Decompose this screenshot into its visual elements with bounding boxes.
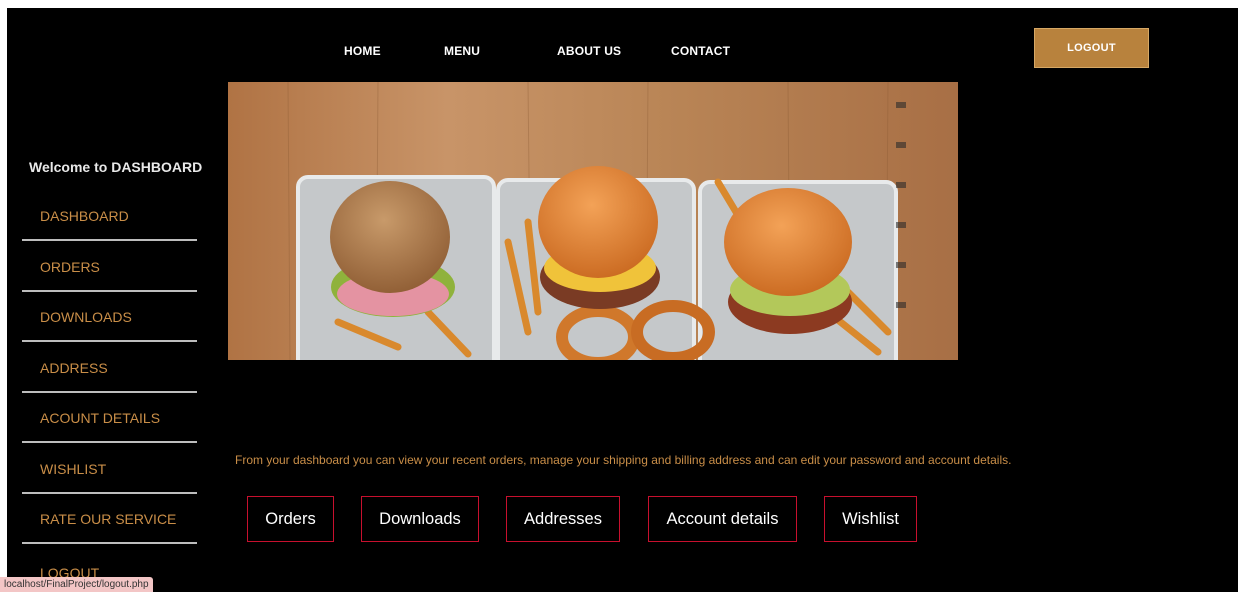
nav-menu-link[interactable]: MENU bbox=[444, 44, 480, 58]
top-navigation: HOME MENU ABOUT US CONTACT LOGOUT bbox=[7, 8, 1238, 80]
sidebar-item-downloads[interactable]: DOWNLOADS bbox=[22, 292, 197, 342]
sidebar-item-rate-service[interactable]: RATE OUR SERVICE bbox=[22, 494, 197, 544]
sidebar-item-label: RATE OUR SERVICE bbox=[40, 511, 177, 527]
hero-burger-image bbox=[228, 82, 958, 360]
addresses-tile-button[interactable]: Addresses bbox=[506, 496, 620, 542]
sidebar-item-label: ADDRESS bbox=[40, 360, 108, 376]
sidebar-item-account-details[interactable]: ACOUNT DETAILS bbox=[22, 393, 197, 443]
dashboard-intro-text: From your dashboard you can view your re… bbox=[235, 453, 1012, 467]
sidebar-item-label: ACOUNT DETAILS bbox=[40, 410, 161, 426]
downloads-tile-button[interactable]: Downloads bbox=[361, 496, 479, 542]
sidebar-item-label: DOWNLOADS bbox=[40, 309, 132, 325]
sidebar-item-address[interactable]: ADDRESS bbox=[22, 343, 197, 393]
wishlist-tile-button[interactable]: Wishlist bbox=[824, 496, 917, 542]
sidebar-item-dashboard[interactable]: DASHBOARD bbox=[22, 191, 197, 241]
nav-about-link[interactable]: ABOUT US bbox=[557, 44, 621, 58]
sidebar-item-orders[interactable]: ORDERS bbox=[22, 242, 197, 292]
sidebar-welcome-heading: Welcome to DASHBOARD bbox=[29, 159, 203, 175]
sidebar-item-label: DASHBOARD bbox=[40, 208, 129, 224]
nav-contact-link[interactable]: CONTACT bbox=[671, 44, 730, 58]
account-details-tile-button[interactable]: Account details bbox=[648, 496, 797, 542]
sidebar-item-label: ORDERS bbox=[40, 259, 100, 275]
status-bar-url: localhost/FinalProject/logout.php bbox=[0, 577, 153, 592]
logout-button[interactable]: LOGOUT bbox=[1034, 28, 1149, 68]
page-frame: HOME MENU ABOUT US CONTACT LOGOUT Welcom… bbox=[7, 8, 1238, 592]
sidebar-item-label: WISHLIST bbox=[40, 461, 107, 477]
orders-tile-button[interactable]: Orders bbox=[247, 496, 334, 542]
nav-home-link[interactable]: HOME bbox=[344, 44, 381, 58]
sidebar-item-wishlist[interactable]: WISHLIST bbox=[22, 444, 197, 494]
burger-illustration bbox=[228, 82, 958, 360]
